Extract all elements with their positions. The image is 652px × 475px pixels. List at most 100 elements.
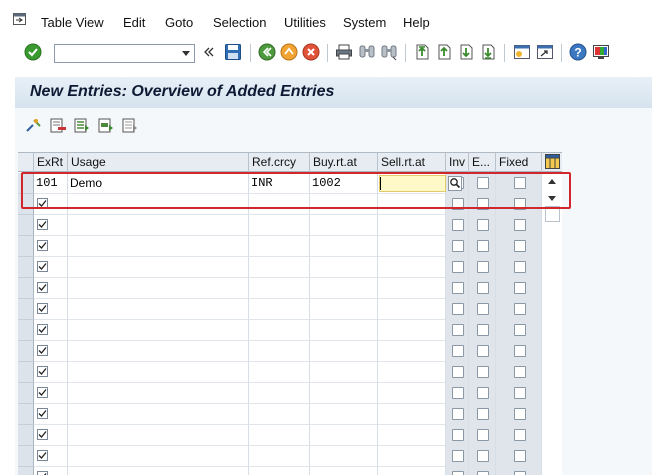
checkbox-e[interactable] [477, 324, 489, 336]
cell-ref-crcy[interactable] [249, 278, 310, 299]
row-selector[interactable] [18, 278, 34, 299]
checkbox-inv[interactable] [452, 219, 464, 231]
row-selector[interactable] [18, 383, 34, 404]
checkbox-inv[interactable] [452, 408, 464, 420]
cell-ref-crcy[interactable] [249, 446, 310, 467]
change-display-icon[interactable] [25, 117, 43, 134]
checkbox-e[interactable] [477, 219, 489, 231]
col-header-usage[interactable]: Usage [68, 153, 249, 172]
cell-usage[interactable] [68, 467, 249, 475]
col-header-exrt[interactable]: ExRt [34, 153, 68, 172]
cell-sell-rate[interactable] [378, 467, 446, 475]
row-selector[interactable] [18, 404, 34, 425]
shortcut-icon[interactable] [536, 43, 554, 61]
cell-exrt[interactable] [34, 236, 68, 257]
checkbox-inv[interactable] [452, 387, 464, 399]
checkbox-fixed[interactable] [514, 282, 526, 294]
checkbox-e[interactable] [477, 387, 489, 399]
back-icon[interactable] [258, 43, 276, 61]
find-next-icon[interactable] [380, 43, 398, 61]
row-selector[interactable] [18, 236, 34, 257]
menu-utilities[interactable]: Utilities [284, 15, 326, 30]
checkbox-fixed[interactable] [514, 408, 526, 420]
sell-rate-input-active[interactable] [379, 175, 446, 192]
checkbox-fixed[interactable] [514, 471, 526, 475]
checkbox-fixed[interactable] [514, 366, 526, 378]
cell-ref-crcy[interactable] [249, 194, 310, 215]
command-field[interactable] [54, 44, 195, 63]
select-all-icon[interactable] [73, 117, 91, 134]
cell-exrt[interactable] [34, 467, 68, 475]
cell-sell-rate[interactable] [378, 194, 446, 215]
collapse-icon[interactable] [203, 45, 215, 59]
col-header-buy-rate[interactable]: Buy.rt.at [310, 153, 378, 172]
delete-row-icon[interactable] [49, 117, 67, 134]
cell-exrt[interactable] [34, 383, 68, 404]
menu-system[interactable]: System [343, 15, 386, 30]
cell-usage[interactable] [68, 257, 249, 278]
next-page-icon[interactable] [457, 43, 475, 61]
row-selector[interactable] [18, 299, 34, 320]
checkbox-fixed[interactable] [514, 429, 526, 441]
checkbox-inv[interactable] [452, 345, 464, 357]
cell-usage[interactable] [68, 362, 249, 383]
command-input[interactable] [55, 45, 177, 62]
checkbox-e[interactable] [477, 303, 489, 315]
cell-buy-rate[interactable] [310, 341, 378, 362]
cancel-icon[interactable] [302, 43, 320, 61]
checkbox-inv[interactable] [452, 471, 464, 475]
cell-buy-rate[interactable] [310, 215, 378, 236]
cell-buy-rate[interactable]: 1002 [310, 173, 378, 194]
checkbox-inv[interactable] [452, 450, 464, 462]
cell-usage[interactable] [68, 446, 249, 467]
cell-sell-rate[interactable] [378, 404, 446, 425]
table-settings-icon[interactable] [545, 154, 560, 169]
col-header-fixed[interactable]: Fixed [496, 153, 542, 172]
cell-ref-crcy[interactable] [249, 467, 310, 475]
checkbox-inv[interactable] [452, 324, 464, 336]
cell-ref-crcy[interactable] [249, 320, 310, 341]
cell-usage[interactable] [68, 236, 249, 257]
cell-usage[interactable] [68, 278, 249, 299]
menu-table-view[interactable]: Table View [41, 15, 104, 30]
system-menu-icon[interactable] [13, 13, 26, 25]
checkbox-fixed[interactable] [514, 450, 526, 462]
scroll-down-icon[interactable] [545, 192, 559, 204]
scrollbar-thumb[interactable] [545, 206, 560, 222]
row-selector[interactable] [18, 446, 34, 467]
cell-exrt[interactable] [34, 446, 68, 467]
cell-sell-rate[interactable] [378, 299, 446, 320]
cell-ref-crcy[interactable]: INR [249, 173, 310, 194]
first-page-icon[interactable] [413, 43, 431, 61]
cell-exrt[interactable]: 101 [34, 173, 68, 194]
help-icon[interactable]: ? [569, 43, 587, 61]
checkbox-fixed[interactable] [514, 240, 526, 252]
cell-ref-crcy[interactable] [249, 215, 310, 236]
save-icon[interactable] [224, 43, 242, 61]
cell-ref-crcy[interactable] [249, 362, 310, 383]
checkbox-fixed[interactable] [514, 324, 526, 336]
cell-usage[interactable] [68, 404, 249, 425]
previous-page-icon[interactable] [435, 43, 453, 61]
cell-exrt[interactable] [34, 299, 68, 320]
row-selector[interactable] [18, 467, 34, 475]
cell-buy-rate[interactable] [310, 194, 378, 215]
checkbox-fixed[interactable] [514, 303, 526, 315]
cell-sell-rate[interactable] [378, 383, 446, 404]
exit-icon[interactable] [280, 43, 298, 61]
create-session-icon[interactable] [513, 43, 531, 61]
checkbox-fixed[interactable] [514, 345, 526, 357]
select-block-icon[interactable] [97, 117, 115, 134]
checkbox-inv[interactable] [452, 261, 464, 273]
cell-sell-rate[interactable] [378, 257, 446, 278]
menu-help[interactable]: Help [403, 15, 430, 30]
cell-buy-rate[interactable] [310, 320, 378, 341]
cell-usage[interactable] [68, 383, 249, 404]
customize-layout-icon[interactable] [592, 43, 610, 61]
cell-buy-rate[interactable] [310, 236, 378, 257]
row-selector[interactable] [18, 425, 34, 446]
col-header-ref-crcy[interactable]: Ref.crcy [249, 153, 310, 172]
checkbox-fixed[interactable] [514, 261, 526, 273]
cell-ref-crcy[interactable] [249, 383, 310, 404]
row-selector[interactable] [18, 320, 34, 341]
